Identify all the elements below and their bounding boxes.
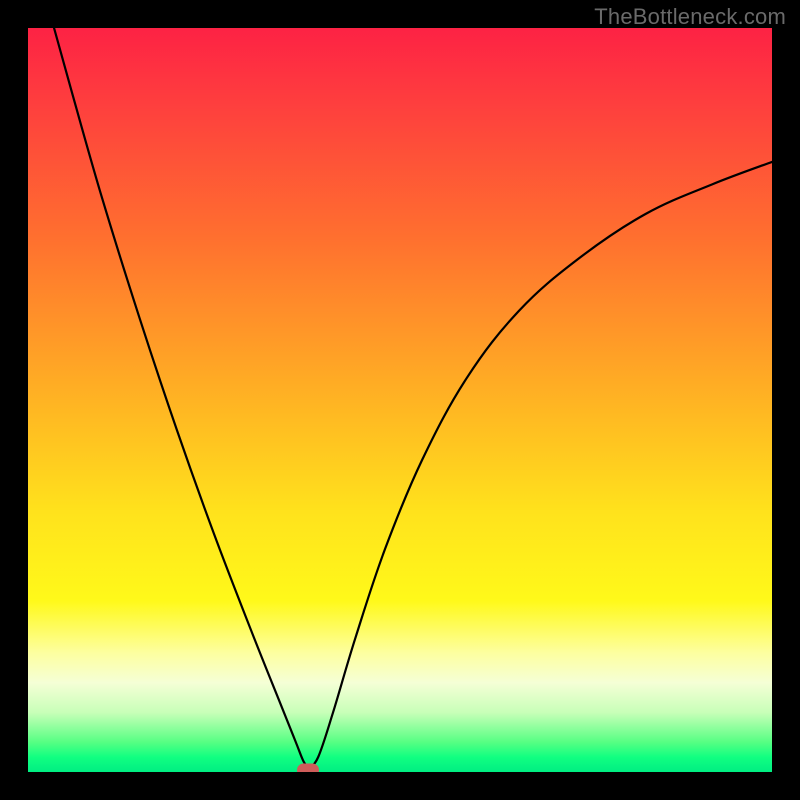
curve-left	[54, 28, 308, 768]
curve-svg	[28, 28, 772, 772]
plot-area	[28, 28, 772, 772]
watermark-label: TheBottleneck.com	[594, 4, 786, 30]
min-marker	[297, 763, 319, 772]
curve-right	[308, 162, 772, 768]
chart-frame: TheBottleneck.com	[0, 0, 800, 800]
